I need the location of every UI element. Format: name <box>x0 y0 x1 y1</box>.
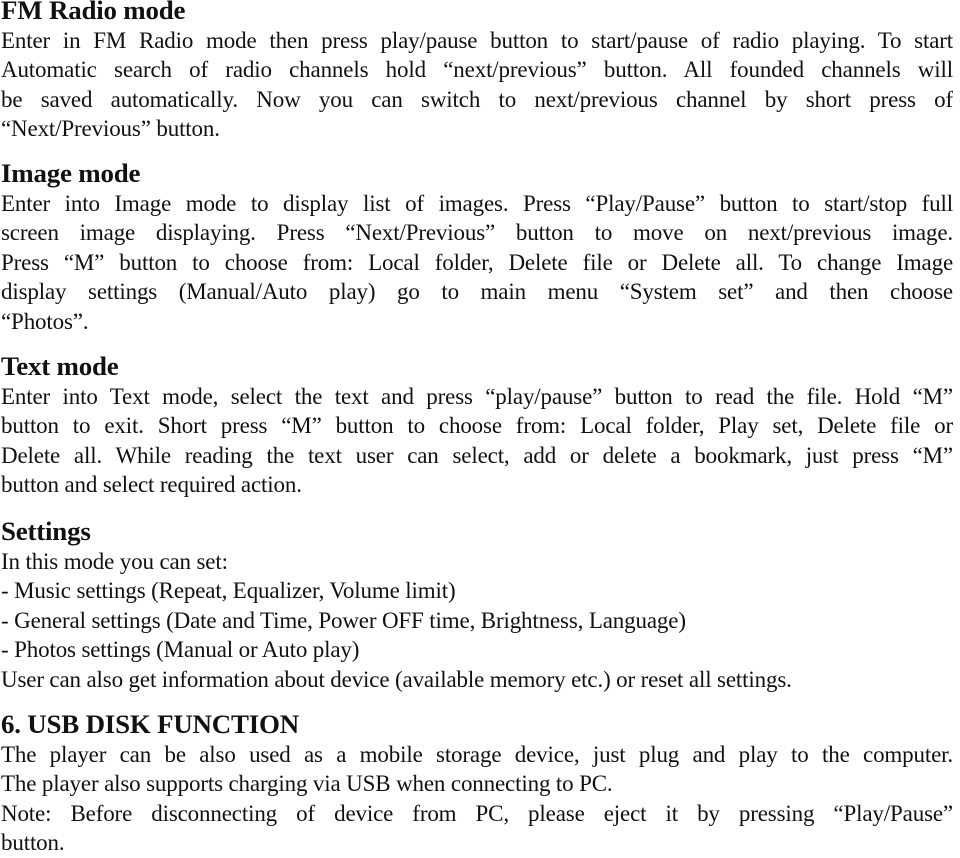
text-line: The player can be also used as a mobile … <box>1 741 953 767</box>
text-line: “Next/Previous” button. <box>1 116 220 142</box>
section-paragraph: Enter in FM Radio mode then press play/p… <box>1 26 953 144</box>
settings-list-item: - Music settings (Repeat, Equalizer, Vol… <box>1 578 456 604</box>
text-line: Enter into Text mode, select the text an… <box>1 383 953 409</box>
settings-list-item: - Photos settings (Manual or Auto play) <box>1 637 360 663</box>
text-line: button to exit. Short press “M” button t… <box>1 413 953 439</box>
section-settings: Settings In this mode you can set: - Mus… <box>1 516 953 695</box>
section-heading: Text mode <box>1 351 119 381</box>
text-line: Enter into Image mode to display list of… <box>1 190 953 216</box>
section-paragraph: Enter into Image mode to display list of… <box>1 189 953 337</box>
section-image-mode: Image mode Enter into Image mode to disp… <box>1 158 953 337</box>
section-heading: Settings <box>1 516 91 546</box>
text-line: Note: Before disconnecting of device fro… <box>1 800 953 826</box>
text-line: “Photos”. <box>1 308 89 334</box>
text-line: Automatic search of radio channels hold … <box>1 57 953 83</box>
section-text-mode: Text mode Enter into Text mode, select t… <box>1 351 953 500</box>
section-heading: 6. USB DISK FUNCTION <box>1 709 299 739</box>
section-paragraph: The player can be also used as a mobile … <box>1 740 953 858</box>
settings-outro: User can also get information about devi… <box>1 666 792 692</box>
text-line: button and select required action. <box>1 472 302 498</box>
text-line: display settings (Manual/Auto play) go t… <box>1 279 953 305</box>
section-heading: Image mode <box>1 158 141 188</box>
section-fm-radio: FM Radio mode Enter in FM Radio mode the… <box>1 0 953 144</box>
text-line: screen image displaying. Press “Next/Pre… <box>1 220 953 246</box>
text-line: be saved automatically. Now you can swit… <box>1 86 953 112</box>
text-line: button. <box>1 830 65 856</box>
section-paragraph: Enter into Text mode, select the text an… <box>1 382 953 500</box>
text-line: Delete all. While reading the text user … <box>1 442 953 468</box>
text-line: Enter in FM Radio mode then press play/p… <box>1 27 953 53</box>
settings-intro: In this mode you can set: <box>1 548 228 574</box>
settings-list-item: - General settings (Date and Time, Power… <box>1 607 686 633</box>
text-line: Press “M” button to choose from: Local f… <box>1 249 953 275</box>
text-line: The player also supports charging via US… <box>1 771 613 797</box>
section-heading: FM Radio mode <box>1 0 186 25</box>
section-paragraph: In this mode you can set: - Music settin… <box>1 547 953 695</box>
section-usb-disk-function: 6. USB DISK FUNCTION The player can be a… <box>1 709 953 858</box>
